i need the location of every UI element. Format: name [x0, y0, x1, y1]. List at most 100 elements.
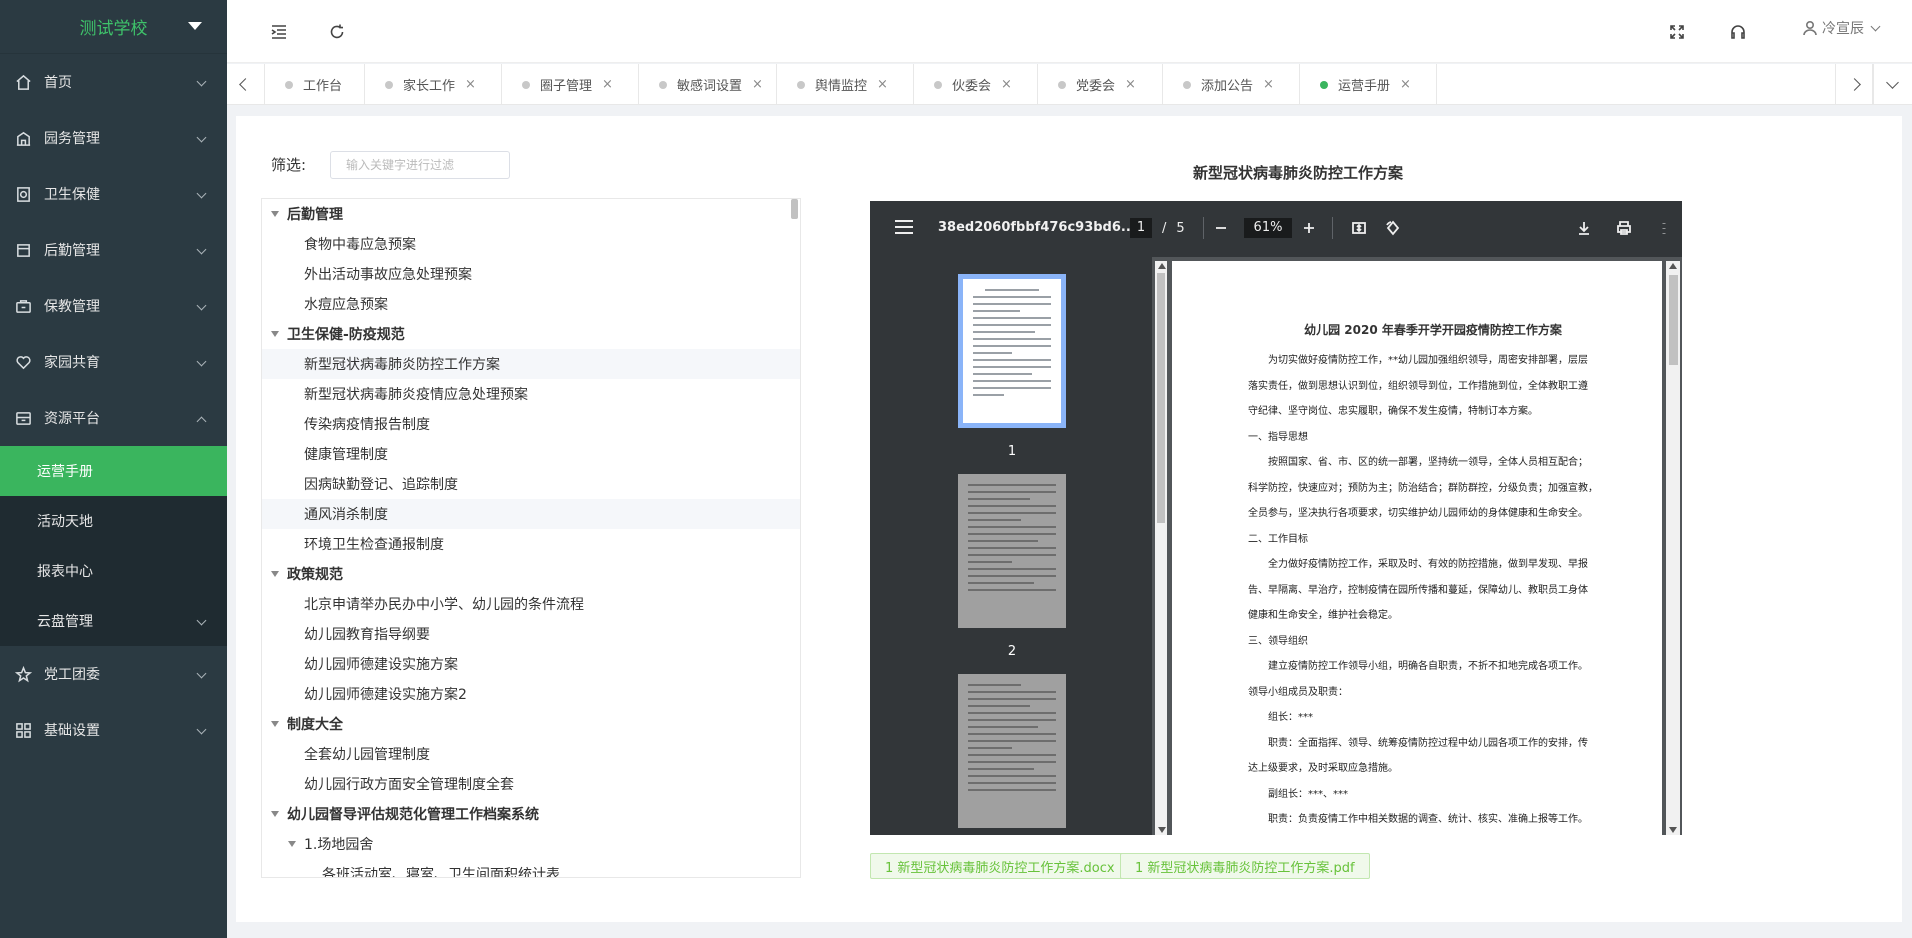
tree-group[interactable]: 卫生保健-防疫规范	[262, 319, 800, 349]
caret-down-icon[interactable]	[271, 811, 279, 817]
submenu-item-cloud-drive[interactable]: 云盘管理	[0, 596, 227, 646]
caret-down-icon[interactable]	[271, 211, 279, 217]
attachment-docx-link[interactable]: 1 新型冠状病毒肺炎防控工作方案.docx	[870, 853, 1130, 879]
thumbnail-scrollbar[interactable]	[1155, 261, 1167, 835]
tree-item[interactable]: 1.场地园舍	[262, 829, 800, 859]
caret-down-icon[interactable]	[271, 721, 279, 727]
tree-group[interactable]: 幼儿园督导评估规范化管理工作档案系统	[262, 799, 800, 829]
menu-item-party[interactable]: 党工团委	[0, 646, 227, 702]
tree-item[interactable]: 通风消杀制度	[262, 499, 800, 529]
tree-item[interactable]: 幼儿园教育指导纲要	[262, 619, 800, 649]
menu-item-health[interactable]: 卫生保健	[0, 166, 227, 222]
headset-icon[interactable]	[1726, 20, 1750, 44]
tree-group[interactable]: 制度大全	[262, 709, 800, 739]
pdf-text-line: 守纪律、坚守岗位、忠实履职，确保不发生疫情，特制订本方案。	[1248, 406, 1538, 417]
tab-sentiment-monitor[interactable]: 舆情监控 ×	[777, 64, 914, 105]
tree-item[interactable]: 新型冠状病毒肺炎疫情应急处理预案	[262, 379, 800, 409]
pdf-thumbnail[interactable]	[958, 274, 1066, 428]
tab-meal-committee[interactable]: 伙委会 ×	[914, 64, 1038, 105]
tree-group[interactable]: 后勤管理	[262, 199, 800, 229]
close-icon[interactable]: ×	[1001, 77, 1012, 92]
tab-sensitive-words[interactable]: 敏感词设置 ×	[639, 64, 777, 105]
refresh-icon[interactable]	[325, 20, 349, 44]
filter-input[interactable]	[330, 151, 510, 179]
pdf-thumbnail[interactable]	[958, 674, 1066, 828]
sidebar-toggle-icon[interactable]	[895, 220, 913, 234]
menu-item-home[interactable]: 首页	[0, 54, 227, 110]
download-icon[interactable]	[1573, 217, 1595, 239]
tree-item[interactable]: 因病缺勤登记、追踪制度	[262, 469, 800, 499]
tab-label: 伙委会	[952, 79, 992, 94]
tab-circle-management[interactable]: 圈子管理 ×	[502, 64, 639, 105]
scroll-up-icon[interactable]	[1669, 263, 1677, 269]
menu-item-affairs[interactable]: 园务管理	[0, 110, 227, 166]
tree-item[interactable]: 新型冠状病毒肺炎防控工作方案	[262, 349, 800, 379]
tree-group[interactable]: 政策规范	[262, 559, 800, 589]
fit-page-icon[interactable]	[1348, 217, 1370, 239]
collapse-menu-icon[interactable]	[267, 20, 291, 44]
tab-parent-work[interactable]: 家长工作 ×	[365, 64, 502, 105]
tab-status-dot	[1183, 80, 1191, 89]
tab-menu-button[interactable]	[1873, 64, 1911, 105]
tab-label: 添加公告	[1201, 79, 1254, 94]
menu-item-logistics[interactable]: 后勤管理	[0, 222, 227, 278]
pdf-text-line: 副组长：***、***	[1268, 788, 1348, 800]
tree-item[interactable]: 幼儿园师德建设实施方案2	[262, 679, 800, 709]
pdf-page: 幼儿园 2020 年春季开学开园疫情防控工作方案 为切实做好疫情防控工作，**幼…	[1172, 261, 1662, 835]
tab-scroll-right-button[interactable]	[1835, 64, 1873, 105]
tree-item[interactable]: 各班活动室、寝室、卫生间面积统计表	[262, 859, 800, 877]
tree-item[interactable]: 北京申请举办民办中小学、幼儿园的条件流程	[262, 589, 800, 619]
tab-scroll-left-button[interactable]	[227, 64, 265, 105]
print-icon[interactable]	[1613, 217, 1635, 239]
more-options-icon[interactable]	[1653, 217, 1675, 239]
submenu-item-activities[interactable]: 活动天地	[0, 496, 227, 546]
close-icon[interactable]: ×	[1263, 77, 1274, 92]
tree-item[interactable]: 水痘应急预案	[262, 289, 800, 319]
scrollbar-thumb[interactable]	[1157, 273, 1165, 523]
scrollbar-thumb[interactable]	[1669, 275, 1678, 365]
close-icon[interactable]: ×	[1125, 77, 1136, 92]
close-icon[interactable]: ×	[877, 77, 888, 92]
tree-item[interactable]: 全套幼儿园管理制度	[262, 739, 800, 769]
close-icon[interactable]: ×	[752, 77, 763, 92]
tree-item[interactable]: 健康管理制度	[262, 439, 800, 469]
pdf-thumbnail[interactable]	[958, 474, 1066, 628]
menu-item-home-school[interactable]: 家园共育	[0, 334, 227, 390]
pdf-page-input[interactable]: 1	[1130, 218, 1152, 238]
tree-item[interactable]: 环境卫生检查通报制度	[262, 529, 800, 559]
tab-add-notice[interactable]: 添加公告 ×	[1163, 64, 1300, 105]
caret-down-icon[interactable]	[288, 841, 296, 847]
tree-item[interactable]: 传染病疫情报告制度	[262, 409, 800, 439]
menu-item-settings[interactable]: 基础设置	[0, 702, 227, 758]
pdf-zoom-level[interactable]: 61%	[1244, 218, 1292, 238]
tab-workbench[interactable]: 工作台	[265, 64, 365, 105]
scroll-down-icon[interactable]	[1669, 827, 1677, 833]
submenu-item-reports[interactable]: 报表中心	[0, 546, 227, 596]
tree-item[interactable]: 幼儿园行政方面安全管理制度全套	[262, 769, 800, 799]
page-scrollbar[interactable]	[1666, 261, 1680, 835]
tab-operation-manual[interactable]: 运营手册 ×	[1300, 64, 1437, 105]
close-icon[interactable]: ×	[1400, 77, 1411, 92]
close-icon[interactable]: ×	[465, 77, 476, 92]
tree-scrollbar[interactable]	[791, 199, 799, 877]
scroll-up-icon[interactable]	[1158, 263, 1166, 269]
tab-party-committee[interactable]: 党委会 ×	[1038, 64, 1163, 105]
close-icon[interactable]: ×	[602, 77, 613, 92]
rotate-icon[interactable]	[1382, 217, 1404, 239]
scrollbar-thumb[interactable]	[791, 199, 798, 219]
scroll-down-icon[interactable]	[1158, 827, 1166, 833]
fullscreen-icon[interactable]	[1665, 20, 1689, 44]
user-menu[interactable]: 冷宣辰	[1802, 18, 1881, 38]
tree-item[interactable]: 食物中毒应急预案	[262, 229, 800, 259]
zoom-out-icon[interactable]	[1210, 217, 1232, 239]
zoom-in-icon[interactable]	[1298, 217, 1320, 239]
menu-item-education[interactable]: 保教管理	[0, 278, 227, 334]
tree-item[interactable]: 外出活动事故应急处理预案	[262, 259, 800, 289]
caret-down-icon[interactable]	[271, 331, 279, 337]
submenu-item-operation-manual[interactable]: 运营手册	[0, 446, 227, 496]
caret-down-icon[interactable]	[271, 571, 279, 577]
menu-item-resources[interactable]: 资源平台	[0, 390, 227, 446]
attachment-pdf-link[interactable]: 1 新型冠状病毒肺炎防控工作方案.pdf	[1120, 853, 1370, 879]
tree-item[interactable]: 幼儿园师德建设实施方案	[262, 649, 800, 679]
school-switcher[interactable]: 测试学校	[0, 0, 227, 54]
